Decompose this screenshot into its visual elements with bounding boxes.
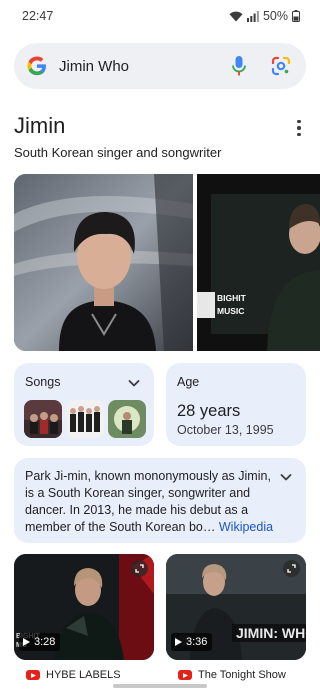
status-time: 22:47	[22, 9, 54, 23]
play-icon	[23, 638, 30, 646]
bighit-caption-line2: MUSIC	[217, 306, 244, 316]
expand-icon[interactable]	[283, 560, 300, 577]
description-card[interactable]: Park Ji-min, known mononymously as Jimin…	[14, 458, 306, 543]
signal-icon	[246, 10, 259, 22]
youtube-icon	[178, 670, 192, 680]
wikipedia-link[interactable]: Wikipedia	[219, 520, 273, 534]
status-bar: 22:47 50%	[0, 0, 320, 32]
age-card[interactable]: Age 28 years October 13, 1995	[166, 363, 306, 446]
expand-icon[interactable]	[131, 560, 148, 577]
song-thumbnail[interactable]	[24, 400, 62, 438]
video-thumbnail[interactable]: JIMIN: WHO 3:36	[166, 554, 306, 660]
status-icons: 50%	[229, 9, 300, 23]
video-source-name: The Tonight Show	[198, 669, 286, 681]
songs-card[interactable]: Songs	[14, 363, 154, 446]
chevron-down-icon[interactable]	[278, 469, 294, 485]
video-duration-badge: 3:28	[19, 633, 61, 651]
entity-secondary-image[interactable]: BIGHIT MUSIC	[197, 174, 320, 351]
songs-label: Songs	[25, 375, 61, 389]
video-duration-badge: 3:36	[171, 633, 213, 651]
home-indicator[interactable]	[113, 684, 207, 688]
battery-icon	[292, 10, 300, 22]
wifi-icon	[229, 11, 243, 21]
microphone-icon[interactable]	[228, 55, 250, 77]
age-value: 28 years	[177, 402, 241, 420]
song-thumbnail[interactable]	[108, 400, 146, 438]
video-thumbnail[interactable]: BIGHIT MU 3:28	[14, 554, 154, 660]
age-label: Age	[177, 375, 200, 389]
more-options-icon[interactable]	[289, 118, 309, 138]
video-duration: 3:36	[186, 636, 208, 648]
video-source-name: HYBE LABELS	[46, 669, 121, 681]
video-title-overlay: JIMIN: WHO	[236, 625, 306, 641]
entity-title: Jimin	[14, 113, 66, 138]
birth-date: October 13, 1995	[177, 423, 274, 437]
bighit-caption-line1: BIGHIT	[217, 293, 247, 303]
description-text: Park Ji-min, known mononymously as Jimin…	[25, 468, 275, 536]
youtube-icon	[26, 670, 40, 680]
song-thumbnails	[24, 400, 146, 438]
google-lens-icon[interactable]	[270, 55, 292, 77]
video-source[interactable]: The Tonight Show	[178, 669, 286, 681]
entity-main-image[interactable]	[14, 174, 193, 351]
search-bar[interactable]: Jimin Who	[14, 43, 306, 89]
entity-subtitle: South Korean singer and songwriter	[14, 145, 222, 160]
chevron-down-icon[interactable]	[126, 375, 142, 391]
play-icon	[175, 638, 182, 646]
video-duration: 3:28	[34, 636, 56, 648]
battery-percentage: 50%	[262, 9, 288, 23]
search-input[interactable]: Jimin Who	[59, 58, 228, 75]
google-logo-icon	[27, 56, 46, 76]
song-thumbnail[interactable]	[66, 400, 104, 438]
video-source[interactable]: HYBE LABELS	[26, 669, 121, 681]
